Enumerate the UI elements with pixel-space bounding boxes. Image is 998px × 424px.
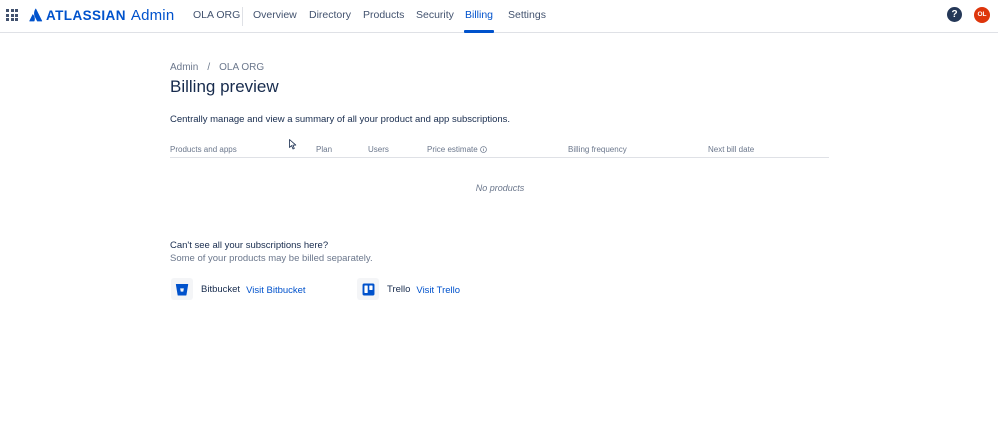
breadcrumb-separator: / — [207, 62, 211, 73]
empty-state: No products — [0, 183, 998, 193]
subscriptions-table-header: Products and apps Plan Users Price estim… — [170, 145, 829, 158]
active-tab-indicator — [464, 30, 494, 33]
breadcrumb: Admin / OLA ORG — [170, 62, 264, 73]
info-icon[interactable] — [479, 146, 487, 153]
visit-trello-link[interactable]: Visit Trello — [416, 285, 460, 296]
help-icon[interactable]: ? — [947, 7, 962, 22]
column-price-estimate: Price estimate — [427, 145, 487, 154]
nav-directory[interactable]: Directory — [309, 9, 351, 21]
nav-org[interactable]: OLA ORG — [193, 9, 240, 21]
column-plan: Plan — [316, 145, 333, 154]
other-subscriptions-subtext: Some of your products may be billed sepa… — [170, 253, 373, 264]
nav-security[interactable]: Security — [416, 9, 454, 21]
product-bitbucket: Bitbucket Visit Bitbucket — [171, 278, 306, 300]
user-avatar[interactable]: OL — [974, 7, 990, 23]
column-billing-frequency: Billing frequency — [568, 145, 627, 154]
app-switcher-icon[interactable] — [6, 9, 18, 21]
nav-settings[interactable]: Settings — [508, 9, 546, 21]
column-users: Users — [368, 145, 389, 154]
atlassian-logo-icon — [29, 8, 43, 22]
product-trello: Trello Visit Trello — [357, 278, 460, 300]
top-navigation: ATLASSIAN Admin OLA ORG Overview Directo… — [0, 0, 998, 33]
page-description: Centrally manage and view a summary of a… — [170, 114, 511, 125]
nav-products[interactable]: Products — [363, 9, 404, 21]
nav-divider — [242, 7, 243, 26]
visit-bitbucket-link[interactable]: Visit Bitbucket — [246, 285, 306, 296]
atlassian-admin-logo[interactable]: ATLASSIAN Admin — [29, 6, 175, 24]
product-name-trello: Trello — [387, 283, 411, 295]
product-name-bitbucket: Bitbucket — [201, 283, 241, 295]
bitbucket-icon — [171, 278, 193, 300]
brand-name: ATLASSIAN — [46, 7, 126, 23]
breadcrumb-admin[interactable]: Admin — [170, 62, 198, 73]
column-price-estimate-label: Price estimate — [427, 145, 478, 154]
column-next-bill-date: Next bill date — [708, 145, 755, 154]
empty-state-message: No products — [475, 183, 525, 193]
nav-overview[interactable]: Overview — [253, 9, 297, 21]
trello-icon — [357, 278, 379, 300]
mouse-cursor-icon — [289, 139, 297, 150]
nav-billing[interactable]: Billing — [465, 9, 493, 21]
page-title: Billing preview — [170, 77, 279, 96]
breadcrumb-org[interactable]: OLA ORG — [219, 62, 264, 73]
brand-product: Admin — [130, 6, 175, 24]
column-products-and-apps: Products and apps — [170, 145, 237, 154]
other-subscriptions-heading: Can't see all your subscriptions here? — [170, 240, 329, 251]
